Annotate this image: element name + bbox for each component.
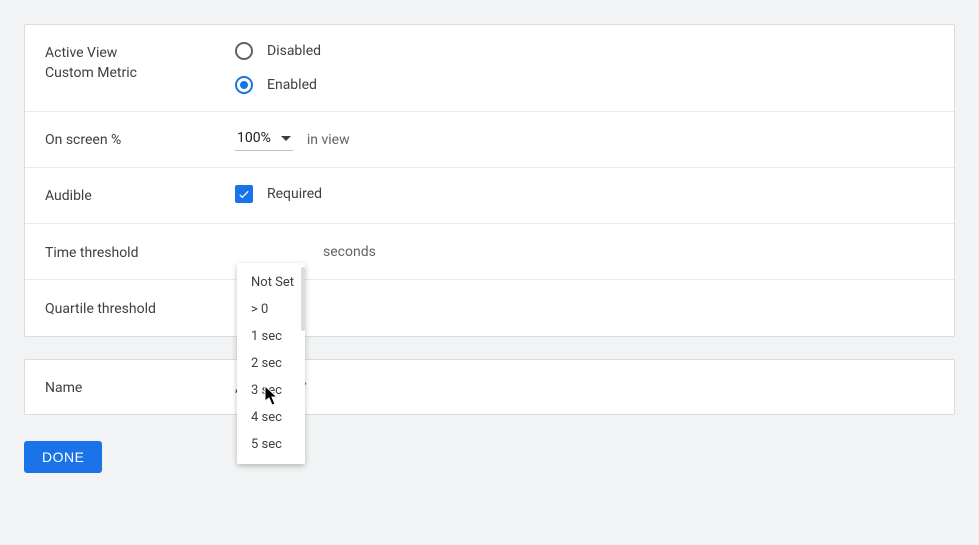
menu-item-1sec[interactable]: 1 sec <box>237 323 305 350</box>
label-quartile-threshold: Quartile threshold <box>45 297 235 319</box>
row-name: Name , Audible <box>25 360 954 414</box>
menu-item-gt0[interactable]: > 0 <box>237 296 305 323</box>
label-active-view: Active View Custom Metric <box>45 41 235 83</box>
menu-item-2sec[interactable]: 2 sec <box>237 350 305 377</box>
row-audible: Audible Required <box>25 168 954 224</box>
menu-item-not-set[interactable]: Not Set <box>237 269 305 296</box>
label-time-threshold: Time threshold <box>45 241 235 263</box>
cursor-icon <box>264 385 280 405</box>
row-active-view: Active View Custom Metric Disabled Enabl… <box>25 25 954 112</box>
on-screen-select[interactable]: 100% <box>235 128 293 151</box>
radio-disabled[interactable]: Disabled <box>235 41 934 61</box>
radio-icon-unselected <box>235 42 253 60</box>
row-quartile-threshold: Quartile threshold <box>25 280 954 336</box>
settings-card: Active View Custom Metric Disabled Enabl… <box>24 24 955 337</box>
audible-required-label: Required <box>267 186 322 202</box>
time-threshold-suffix: seconds <box>323 244 376 260</box>
label-active-view-line1: Active View <box>45 43 235 63</box>
menu-item-4sec[interactable]: 4 sec <box>237 404 305 431</box>
label-audible: Audible <box>45 184 235 206</box>
radio-enabled-label: Enabled <box>267 77 317 93</box>
label-on-screen: On screen % <box>45 128 235 150</box>
menu-item-5sec[interactable]: 5 sec <box>237 431 305 458</box>
radio-icon-selected <box>235 76 253 94</box>
on-screen-select-value: 100% <box>237 130 271 146</box>
done-button[interactable]: DONE <box>24 441 102 473</box>
chevron-down-icon <box>281 136 291 141</box>
name-card: Name , Audible <box>24 359 955 415</box>
check-icon <box>237 187 251 201</box>
audible-checkbox[interactable] <box>235 185 253 203</box>
label-active-view-line2: Custom Metric <box>45 63 235 83</box>
label-name: Name <box>45 376 235 398</box>
radio-enabled[interactable]: Enabled <box>235 75 934 95</box>
radio-disabled-label: Disabled <box>267 43 321 59</box>
row-time-threshold: Time threshold seconds <box>25 224 954 280</box>
time-threshold-dropdown: Not Set > 0 1 sec 2 sec 3 sec 4 sec 5 se… <box>237 263 305 464</box>
row-on-screen: On screen % 100% in view <box>25 112 954 168</box>
on-screen-suffix: in view <box>307 132 350 148</box>
